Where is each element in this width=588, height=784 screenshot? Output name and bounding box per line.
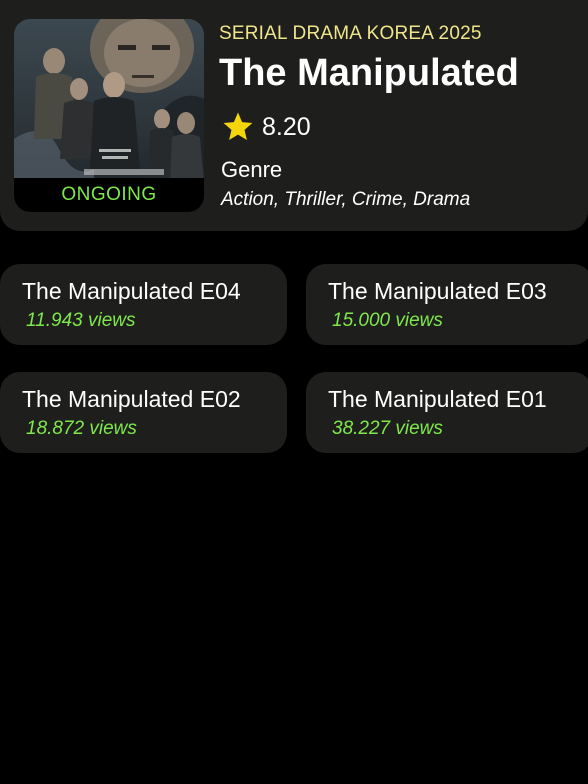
rating: 8.20 <box>221 110 311 144</box>
status-badge: ONGOING <box>14 178 204 212</box>
episode-card-e04[interactable]: The Manipulated E04 11.943 views <box>0 264 287 345</box>
episode-views: 11.943 views <box>26 310 136 331</box>
star-icon <box>223 112 253 141</box>
episode-views: 15.000 views <box>332 310 443 331</box>
drama-detail-page: ONGOING SERIAL DRAMA KOREA 2025 The Mani… <box>0 0 588 784</box>
episode-title: The Manipulated E01 <box>328 386 547 412</box>
drama-header-card: ONGOING SERIAL DRAMA KOREA 2025 The Mani… <box>0 0 588 231</box>
genre-list: Action, Thriller, Crime, Drama <box>221 189 471 210</box>
episode-card-e03[interactable]: The Manipulated E03 15.000 views <box>306 264 588 345</box>
episode-card-e02[interactable]: The Manipulated E02 18.872 views <box>0 372 287 453</box>
episode-card-e01[interactable]: The Manipulated E01 38.227 views <box>306 372 588 453</box>
episode-views: 38.227 views <box>332 418 443 439</box>
rating-value: 8.20 <box>262 112 311 141</box>
status-text: ONGOING <box>61 184 157 205</box>
drama-title: The Manipulated <box>219 52 519 94</box>
poster-image[interactable]: ONGOING <box>14 19 204 212</box>
episode-title: The Manipulated E03 <box>328 278 547 304</box>
episode-title: The Manipulated E04 <box>22 278 241 304</box>
genre-label: Genre <box>221 157 283 182</box>
episode-title: The Manipulated E02 <box>22 386 241 412</box>
category-label: SERIAL DRAMA KOREA 2025 <box>219 23 482 44</box>
episode-views: 18.872 views <box>26 418 137 439</box>
